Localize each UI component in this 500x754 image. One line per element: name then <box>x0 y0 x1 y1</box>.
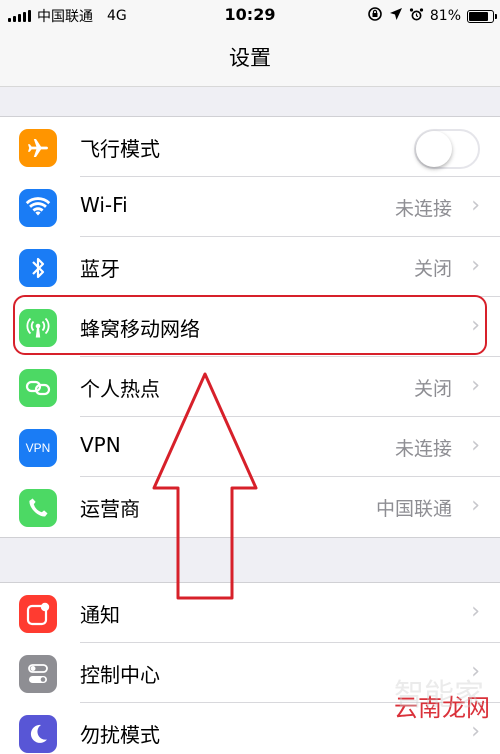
settings-row-value: 未连接 <box>394 198 452 220</box>
chevron-right-icon: › <box>471 493 480 518</box>
hotspot-icon <box>19 369 57 407</box>
location-arrow-icon <box>389 7 403 25</box>
vpn-icon: VPN <box>19 429 57 467</box>
settings-row-label: 个人热点 <box>80 377 160 401</box>
chevron-right-icon: › <box>471 253 480 278</box>
chevron-right-icon: › <box>471 433 480 458</box>
settings-row-label: 蜂窝移动网络 <box>80 317 200 341</box>
phone-icon <box>19 489 57 527</box>
settings-group-connectivity: 飞行模式 Wi-Fi 未连接 › 蓝牙 关闭 › 蜂窝移动网络 › 个人热点 关… <box>0 116 500 538</box>
settings-row-airplane-mode[interactable]: 飞行模式 <box>0 117 500 177</box>
settings-row-value: 未连接 <box>394 438 452 460</box>
settings-group-system: 通知 › 控制中心 › 勿扰模式 › <box>0 582 500 754</box>
settings-row-value: 中国联通 <box>375 498 452 520</box>
settings-row-label: 勿扰模式 <box>80 723 160 747</box>
chevron-right-icon: › <box>471 373 480 398</box>
moon-icon <box>19 715 57 753</box>
settings-row-value: 关闭 <box>413 378 452 400</box>
airplane-mode-toggle[interactable] <box>414 129 480 169</box>
watermark-faint: 智能家 <box>394 678 484 713</box>
settings-row-label: 控制中心 <box>80 663 160 687</box>
battery-icon <box>467 9 497 23</box>
settings-row-value: 关闭 <box>413 258 452 280</box>
navigation-bar: 设置 <box>0 30 500 87</box>
bluetooth-icon <box>19 249 57 287</box>
settings-row-notifications[interactable]: 通知 › <box>0 583 500 643</box>
chevron-right-icon: › <box>471 193 480 218</box>
watermark: 智能家 云南龙网 <box>394 678 490 723</box>
status-right: 81% <box>367 6 497 26</box>
settings-row-label: 飞行模式 <box>80 137 160 161</box>
settings-row-cellular[interactable]: 蜂窝移动网络 › <box>0 297 500 357</box>
settings-row-wifi[interactable]: Wi-Fi 未连接 › <box>0 177 500 237</box>
settings-row-bluetooth[interactable]: 蓝牙 关闭 › <box>0 237 500 297</box>
settings-row-label: 运营商 <box>80 497 140 521</box>
chevron-right-icon: › <box>471 599 480 624</box>
settings-row-label: VPN <box>80 433 121 457</box>
cellular-antenna-icon <box>19 309 57 347</box>
settings-row-label: 蓝牙 <box>80 257 120 281</box>
airplane-icon <box>19 129 57 167</box>
battery-percent: 81% <box>429 8 461 24</box>
settings-row-carrier[interactable]: 运营商 中国联通 › <box>0 477 500 537</box>
status-bar: 中国联通 4G 10:29 81% <box>0 0 500 30</box>
chevron-right-icon: › <box>471 313 480 338</box>
notifications-icon <box>19 595 57 633</box>
settings-row-personal-hotspot[interactable]: 个人热点 关闭 › <box>0 357 500 417</box>
rotation-lock-icon <box>367 6 383 26</box>
settings-row-label: 通知 <box>80 603 120 627</box>
settings-row-label: Wi-Fi <box>80 193 128 217</box>
alarm-icon <box>409 7 424 26</box>
wifi-icon <box>19 189 57 227</box>
settings-row-vpn[interactable]: VPN VPN 未连接 › <box>0 417 500 477</box>
control-center-icon <box>19 655 57 693</box>
toggle-knob <box>416 131 452 167</box>
page-title: 设置 <box>229 46 271 70</box>
